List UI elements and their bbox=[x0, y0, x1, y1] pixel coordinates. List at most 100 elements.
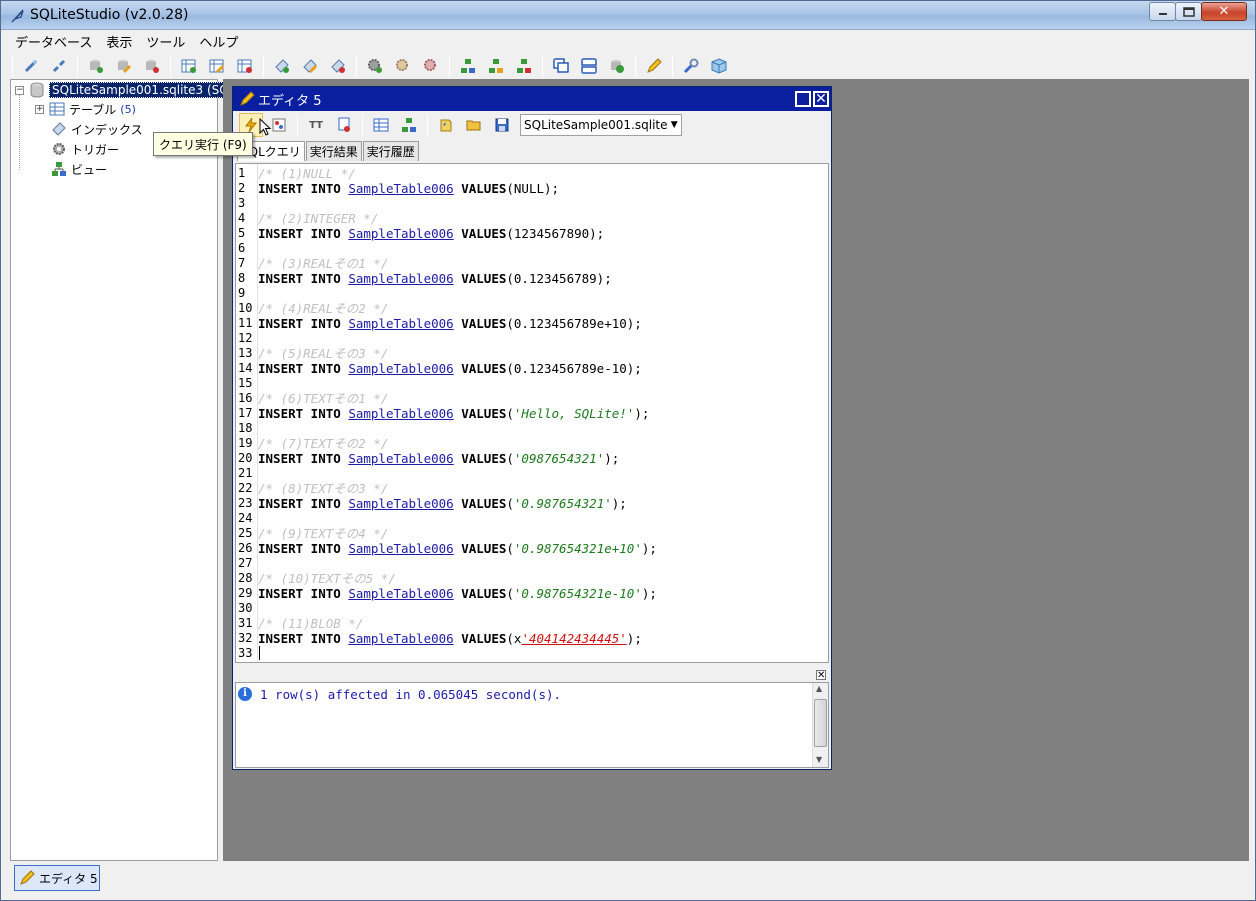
cascade-windows-button[interactable] bbox=[549, 54, 573, 78]
line-number: 19 bbox=[238, 436, 253, 450]
edit-db-icon bbox=[118, 60, 132, 74]
database-select[interactable]: SQLiteSample001.sqlite ▼ bbox=[520, 114, 682, 136]
line-number: 32 bbox=[238, 631, 253, 645]
line-content: INSERT INTO SampleTable006 VALUES('0.987… bbox=[258, 586, 657, 601]
sql-keyword-values: VALUES bbox=[461, 271, 507, 286]
delete-table-button[interactable] bbox=[233, 54, 257, 78]
messages-close-button[interactable]: ✕ bbox=[816, 670, 826, 681]
scrollbar-thumb[interactable] bbox=[814, 699, 827, 747]
sql-keyword-values: VALUES bbox=[461, 496, 507, 511]
main-window: SQLiteStudio (v2.0.28) ✕ データベース 表示 ツール ヘ… bbox=[0, 0, 1256, 901]
refresh-button[interactable] bbox=[605, 54, 629, 78]
disconnect-button[interactable] bbox=[47, 54, 71, 78]
edit-table-button[interactable] bbox=[205, 54, 229, 78]
view-icon bbox=[52, 162, 66, 176]
line-number: 21 bbox=[238, 466, 253, 480]
close-button[interactable]: ✕ bbox=[1201, 2, 1247, 21]
tree-views-node[interactable]: ビュー bbox=[51, 160, 107, 178]
editor-maximize-button[interactable] bbox=[795, 91, 811, 107]
taskbar-editor-label: エディタ 5 bbox=[39, 871, 98, 886]
delete-trigger-button[interactable] bbox=[419, 54, 443, 78]
tab-results[interactable]: 実行結果 bbox=[305, 141, 362, 161]
new-view-icon bbox=[461, 59, 475, 73]
title-bar: SQLiteStudio (v2.0.28) ✕ bbox=[1, 1, 1255, 30]
clear-button[interactable] bbox=[332, 113, 356, 137]
sql-table-name: SampleTable006 bbox=[348, 181, 454, 196]
maximize-button[interactable] bbox=[1175, 2, 1202, 21]
open-editor-button[interactable] bbox=[642, 54, 666, 78]
sql-table-name: SampleTable006 bbox=[348, 226, 454, 241]
edit-table-icon bbox=[209, 59, 225, 74]
code-line: 9 bbox=[236, 286, 258, 301]
settings-button[interactable] bbox=[679, 54, 703, 78]
line-content: /* (10)TEXTその5 */ bbox=[256, 571, 396, 586]
refresh-icon bbox=[611, 60, 624, 73]
history-button[interactable] bbox=[434, 113, 458, 137]
restore-icon bbox=[1182, 6, 1195, 17]
taskbar-editor-item[interactable]: エディタ 5 bbox=[14, 865, 100, 891]
delete-index-button[interactable] bbox=[326, 54, 350, 78]
open-file-button[interactable] bbox=[462, 113, 486, 137]
sql-comment: /* (11)BLOB */ bbox=[258, 616, 364, 631]
editor-close-button[interactable]: ✕ bbox=[813, 91, 829, 107]
line-content: INSERT INTO SampleTable006 VALUES(x'4041… bbox=[258, 631, 642, 646]
line-content: INSERT INTO SampleTable006 VALUES(NULL); bbox=[256, 181, 559, 196]
scroll-down-icon[interactable]: ▼ bbox=[816, 755, 822, 764]
code-line: 30 bbox=[236, 601, 258, 616]
line-content: INSERT INTO SampleTable006 VALUES(0.1234… bbox=[256, 316, 642, 331]
index-icon bbox=[52, 122, 66, 136]
sql-comment: /* (8)TEXTその3 */ bbox=[258, 481, 389, 496]
edit-trigger-button[interactable] bbox=[391, 54, 415, 78]
new-view-button[interactable] bbox=[456, 54, 480, 78]
menu-help[interactable]: ヘルプ bbox=[192, 31, 245, 51]
tile-windows-button[interactable] bbox=[577, 54, 601, 78]
code-line: 25 /* (9)TEXTその4 */ bbox=[236, 526, 388, 541]
delete-view-button[interactable] bbox=[512, 54, 536, 78]
menu-tools[interactable]: ツール bbox=[139, 31, 192, 51]
edit-index-button[interactable] bbox=[298, 54, 322, 78]
edit-view-button[interactable] bbox=[484, 54, 508, 78]
sql-code-editor[interactable]: 1 /* (1)NULL */ 2 INSERT INTO SampleTable00… bbox=[235, 163, 829, 663]
menu-database[interactable]: データベース bbox=[8, 31, 99, 51]
table-editor-button[interactable] bbox=[369, 113, 393, 137]
sql-comment: /* (4)REALその2 */ bbox=[258, 301, 389, 316]
code-line: 15 bbox=[236, 376, 258, 391]
edit-db-button[interactable] bbox=[112, 54, 136, 78]
sql-keyword-values: VALUES bbox=[461, 541, 507, 556]
connect-button[interactable] bbox=[19, 54, 43, 78]
cube-icon bbox=[711, 58, 727, 74]
tree-triggers-node[interactable]: トリガー bbox=[51, 140, 119, 158]
minimize-button[interactable] bbox=[1149, 2, 1176, 21]
format-sql-button[interactable]: TT bbox=[304, 113, 328, 137]
sql-keyword-insert: INSERT INTO bbox=[258, 541, 341, 556]
delete-view-icon bbox=[517, 59, 531, 73]
remove-db-button[interactable] bbox=[140, 54, 164, 78]
new-table-button[interactable] bbox=[177, 54, 201, 78]
tab-history[interactable]: 実行履歴 bbox=[362, 141, 419, 161]
tree-indexes-node[interactable]: インデックス bbox=[51, 120, 143, 138]
tree-expand-toggle[interactable]: + bbox=[35, 104, 44, 114]
scroll-up-icon[interactable]: ▲ bbox=[816, 684, 822, 693]
pencil-icon bbox=[20, 870, 35, 885]
add-db-button[interactable] bbox=[84, 54, 108, 78]
code-line: 32 INSERT INTO SampleTable006 VALUES(x'40… bbox=[236, 631, 642, 646]
menu-view[interactable]: 表示 bbox=[99, 31, 139, 51]
sql-keyword-values: VALUES bbox=[461, 451, 507, 466]
new-index-button[interactable] bbox=[270, 54, 294, 78]
plugins-button[interactable] bbox=[707, 54, 731, 78]
code-line: 13 /* (5)REALその3 */ bbox=[236, 346, 388, 361]
disconnect-icon bbox=[52, 59, 66, 73]
new-trigger-button[interactable] bbox=[363, 54, 387, 78]
line-content: /* (11)BLOB */ bbox=[256, 616, 363, 631]
save-file-button[interactable] bbox=[490, 113, 514, 137]
main-toolbar bbox=[8, 52, 1248, 80]
view-editor-button[interactable] bbox=[397, 113, 421, 137]
toolbar-separator bbox=[672, 55, 673, 77]
lightning-icon bbox=[245, 117, 258, 133]
sql-comment: /* (6)TEXTその1 */ bbox=[258, 391, 389, 406]
table-icon bbox=[373, 118, 389, 132]
sql-keyword-insert: INSERT INTO bbox=[258, 316, 341, 331]
tree-tables-node[interactable]: + テーブル (5) bbox=[35, 100, 136, 118]
messages-scrollbar[interactable]: ▲ ▼ bbox=[812, 683, 828, 767]
minimize-icon bbox=[1158, 12, 1167, 15]
